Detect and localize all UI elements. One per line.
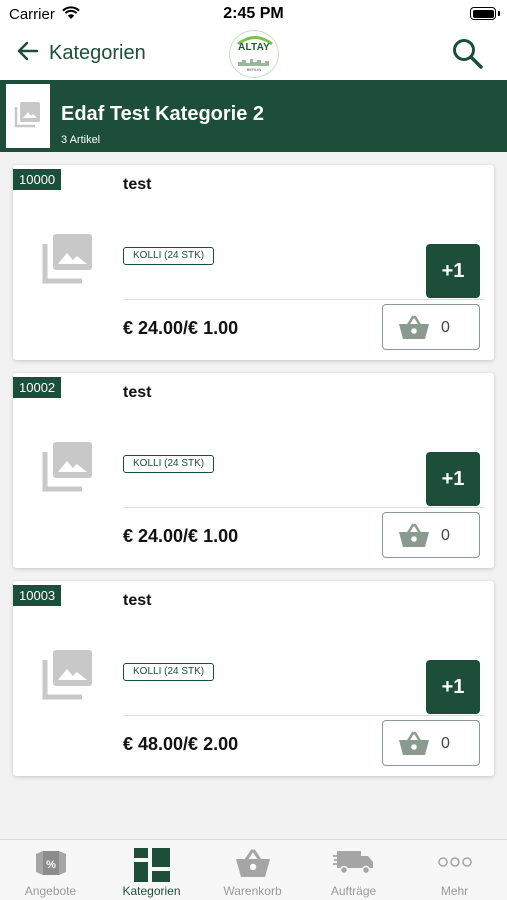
category-header: Edaf Test Kategorie 2 3 Artikel <box>0 80 507 152</box>
image-placeholder-icon <box>14 100 42 133</box>
add-one-button[interactable]: +1 <box>426 660 480 714</box>
cart-quantity: 0 <box>441 319 450 336</box>
cart-quantity: 0 <box>441 735 450 752</box>
cart-quantity-button[interactable]: 0 <box>382 720 480 766</box>
tab-bar: % Angebote Kategorien Warenkorb Aufträge… <box>0 839 507 900</box>
basket-icon <box>399 731 429 755</box>
tab-label: Angebote <box>24 884 77 898</box>
article-number-badge: 10003 <box>13 585 62 606</box>
more-icon <box>435 848 475 883</box>
cart-quantity-button[interactable]: 0 <box>382 304 480 350</box>
battery-icon <box>470 7 496 20</box>
article-number-badge: 10000 <box>13 169 62 190</box>
offers-icon: % <box>31 848 71 883</box>
grid-icon <box>133 848 170 887</box>
product-name[interactable]: test <box>123 384 151 402</box>
product-price: € 48.00/€ 2.00 <box>123 734 239 754</box>
search-icon <box>451 39 485 75</box>
article-number-badge: 10002 <box>13 377 62 398</box>
product-card[interactable]: 10003 test KOLLI (24 STK) +1 € 48.00/€ 2… <box>13 581 494 776</box>
status-bar: Carrier 2:45 PM <box>0 0 507 30</box>
nav-bar: Kategorien ALTAY BERLIN <box>0 30 507 80</box>
tab-mehr[interactable]: Mehr <box>404 840 505 900</box>
tab-label: Kategorien <box>122 884 181 898</box>
clock: 2:45 PM <box>223 5 284 22</box>
product-price: € 24.00/€ 1.00 <box>123 526 239 546</box>
product-price: € 24.00/€ 1.00 <box>123 318 239 338</box>
altay-logo: ALTAY BERLIN <box>229 30 279 78</box>
product-name[interactable]: test <box>123 592 151 610</box>
basket-icon <box>399 315 429 339</box>
product-image-placeholder-icon[interactable] <box>42 232 94 289</box>
divider <box>123 507 485 508</box>
product-image-placeholder-icon[interactable] <box>42 440 94 497</box>
tab-label: Warenkorb <box>223 884 282 898</box>
add-one-button[interactable]: +1 <box>426 244 480 298</box>
product-image-placeholder-icon[interactable] <box>42 648 94 705</box>
tab-kategorien[interactable]: Kategorien <box>101 840 202 900</box>
pack-size-tag: KOLLI (24 STK) <box>123 455 215 473</box>
category-title: Edaf Test Kategorie 2 <box>61 103 265 125</box>
tab-auftraege[interactable]: Aufträge <box>303 840 404 900</box>
article-count: 3 Artikel <box>61 134 101 146</box>
svg-text:%: % <box>46 859 56 871</box>
pack-size-tag: KOLLI (24 STK) <box>123 663 215 681</box>
battery-tip <box>498 11 500 16</box>
basket-icon <box>235 848 271 883</box>
tab-warenkorb[interactable]: Warenkorb <box>202 840 303 900</box>
product-name[interactable]: test <box>123 176 151 194</box>
add-one-button[interactable]: +1 <box>426 452 480 506</box>
product-card[interactable]: 10000 test KOLLI (24 STK) +1 € 24.00/€ 1… <box>13 165 494 360</box>
tab-label: Mehr <box>440 884 469 898</box>
product-card[interactable]: 10002 test KOLLI (24 STK) +1 € 24.00/€ 1… <box>13 373 494 568</box>
truck-icon <box>332 848 375 881</box>
cart-quantity-button[interactable]: 0 <box>382 512 480 558</box>
divider <box>123 299 485 300</box>
tab-angebote[interactable]: % Angebote <box>0 840 101 900</box>
category-thumbnail <box>6 84 50 148</box>
arrow-left-icon <box>17 41 39 66</box>
back-button[interactable]: Kategorien <box>17 38 146 68</box>
divider <box>123 715 485 716</box>
search-button[interactable] <box>451 37 485 71</box>
logo-text: ALTAY <box>238 42 270 53</box>
basket-icon <box>399 523 429 547</box>
tab-label: Aufträge <box>330 884 377 898</box>
pack-size-tag: KOLLI (24 STK) <box>123 247 215 265</box>
cart-quantity: 0 <box>441 527 450 544</box>
back-label: Kategorien <box>49 41 146 64</box>
logo-subtext: BERLIN <box>246 67 262 72</box>
